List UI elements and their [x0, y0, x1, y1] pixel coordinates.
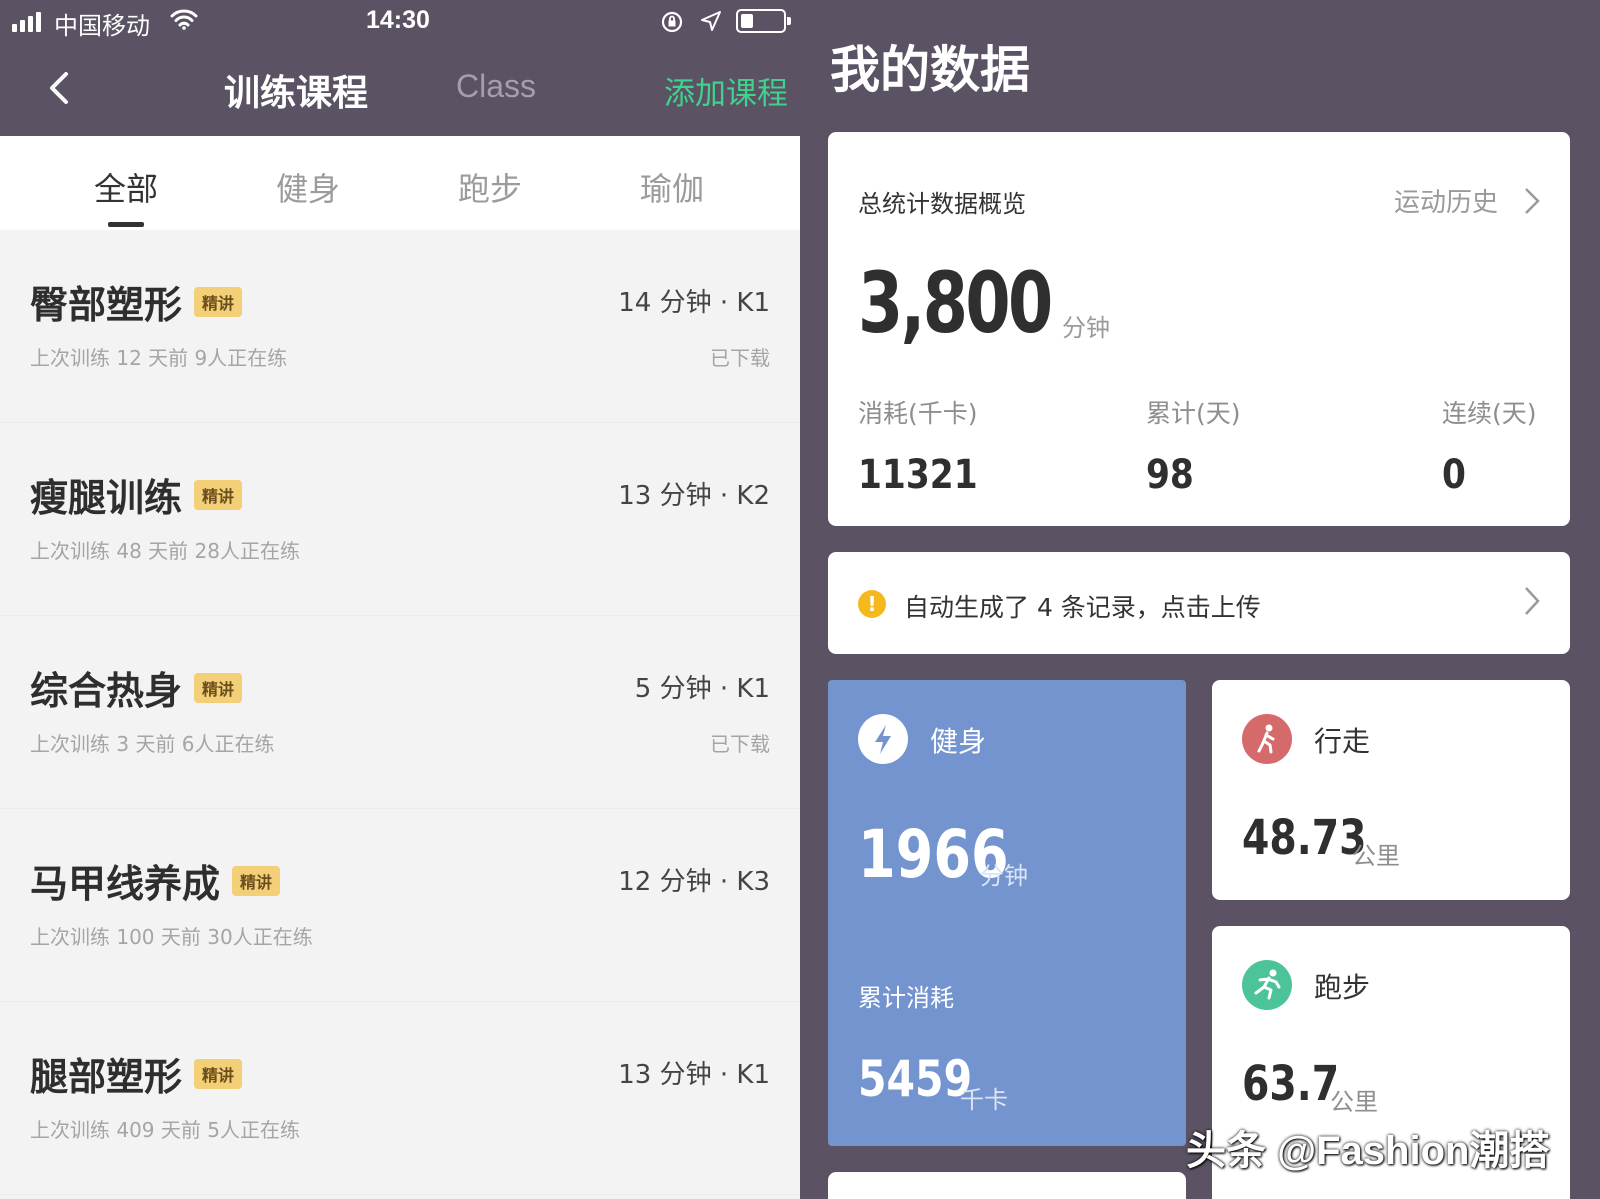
- course-item[interactable]: 臀部塑形 精讲 14 分钟 · K1 上次训练 12 天前 9人正在练 已下载: [0, 230, 800, 423]
- course-duration-level: 14 分钟 · K1: [618, 288, 770, 318]
- tab-running[interactable]: 跑步: [458, 164, 522, 210]
- course-last-trained: 上次训练 12 天前 9人正在练: [30, 346, 288, 370]
- course-title: 臀部塑形: [30, 283, 183, 327]
- featured-badge: 精讲: [194, 672, 243, 703]
- course-title-row: 腿部塑形 精讲: [30, 1046, 243, 1101]
- stat-label: 累计(天): [1146, 399, 1241, 428]
- walking-card[interactable]: 行走 48.73 公里: [1212, 680, 1570, 900]
- course-item[interactable]: 瘦腿训练 精讲 13 分钟 · K2 上次训练 48 天前 28人正在练: [0, 423, 800, 616]
- total-minutes: 3,800: [858, 254, 1053, 352]
- stat-label: 连续(天): [1442, 399, 1537, 428]
- overview-label: 总统计数据概览: [858, 190, 1026, 218]
- upload-records-banner[interactable]: ! 自动生成了 4 条记录，点击上传: [828, 552, 1570, 654]
- stat-value: 98: [1146, 452, 1194, 498]
- course-duration-level: 13 分钟 · K2: [618, 481, 770, 511]
- featured-badge: 精讲: [232, 865, 281, 896]
- carrier-label: 中国移动: [54, 12, 150, 40]
- add-course-button[interactable]: 添加课程: [664, 68, 788, 113]
- course-last-trained: 上次训练 409 天前 5人正在练: [30, 1118, 300, 1142]
- running-label: 跑步: [1314, 971, 1371, 1004]
- history-label: 运动历史: [1393, 188, 1498, 218]
- featured-badge: 精讲: [194, 1058, 243, 1089]
- course-list-screen: 中国移动 14:30 训练课程 Class 添加课程 全部 健身 跑步 瑜伽 臀…: [0, 0, 800, 1199]
- walking-icon: [1242, 714, 1292, 764]
- featured-badge: 精讲: [194, 479, 243, 510]
- course-duration-level: 12 分钟 · K3: [618, 867, 770, 897]
- running-unit: 公里: [1330, 1088, 1378, 1116]
- stat-total-days: 累计(天) 98: [1146, 394, 1241, 498]
- class-tab[interactable]: Class: [456, 68, 536, 105]
- active-tab-indicator: [108, 222, 144, 227]
- lightning-icon: [858, 714, 908, 764]
- location-icon: [701, 11, 721, 31]
- status-bar: 中国移动 14:30: [0, 0, 800, 44]
- course-list: 臀部塑形 精讲 14 分钟 · K1 上次训练 12 天前 9人正在练 已下载 …: [0, 230, 800, 1195]
- course-item[interactable]: 综合热身 精讲 5 分钟 · K1 上次训练 3 天前 6人正在练 已下载: [0, 616, 800, 809]
- category-tabs: 全部 健身 跑步 瑜伽: [0, 136, 800, 230]
- downloaded-label: 已下载: [710, 732, 770, 756]
- page-title: 训练课程: [224, 73, 369, 114]
- next-card[interactable]: [1212, 1172, 1570, 1199]
- course-title: 瘦腿训练: [30, 476, 183, 520]
- stat-streak-days: 连续(天) 0: [1442, 394, 1537, 498]
- featured-badge: 精讲: [194, 286, 243, 317]
- cumulative-kcal: 5459: [858, 1050, 973, 1108]
- stat-value: 0: [1442, 452, 1466, 498]
- cumulative-label: 累计消耗: [858, 984, 954, 1012]
- battery-icon: [736, 9, 791, 33]
- notice-text: 自动生成了 4 条记录，点击上传: [904, 593, 1261, 622]
- page-title: 我的数据: [830, 41, 1030, 99]
- course-item[interactable]: 马甲线养成 精讲 12 分钟 · K3 上次训练 100 天前 30人正在练: [0, 809, 800, 1002]
- overview-card: 总统计数据概览 运动历史 3,800 分钟 消耗(千卡) 11321 累计(天)…: [828, 132, 1570, 526]
- running-icon: [1242, 960, 1292, 1010]
- course-title: 马甲线养成: [30, 862, 221, 906]
- fitness-unit: 分钟: [980, 862, 1028, 890]
- chevron-right-icon: [1525, 187, 1540, 214]
- walking-distance: 48.73: [1242, 810, 1367, 866]
- course-duration-level: 5 分钟 · K1: [634, 674, 770, 704]
- total-unit: 分钟: [1062, 314, 1110, 342]
- walking-label: 行走: [1314, 725, 1371, 758]
- back-button[interactable]: [40, 66, 84, 110]
- running-distance: 63.7: [1242, 1056, 1340, 1112]
- tab-fitness[interactable]: 健身: [276, 164, 340, 210]
- watermark: 头条 @Fashion潮搭: [1186, 1129, 1550, 1173]
- kcal-unit: 千卡: [960, 1086, 1008, 1114]
- tab-yoga[interactable]: 瑜伽: [640, 164, 704, 210]
- course-title-row: 瘦腿训练 精讲: [30, 467, 243, 522]
- course-title: 综合热身: [30, 669, 183, 713]
- chevron-right-icon: [1525, 587, 1540, 615]
- fitness-label: 健身: [930, 725, 987, 758]
- stat-value: 11321: [858, 452, 978, 498]
- my-data-screen: 我的数据 总统计数据概览 运动历史 3,800 分钟 消耗(千卡) 11321 …: [800, 0, 1600, 1199]
- fitness-card[interactable]: 健身 1966 分钟 累计消耗 5459 千卡: [828, 680, 1186, 1146]
- course-item[interactable]: 腿部塑形 精讲 13 分钟 · K1 上次训练 409 天前 5人正在练: [0, 1002, 800, 1195]
- course-last-trained: 上次训练 3 天前 6人正在练: [30, 732, 275, 756]
- warning-icon: !: [858, 590, 886, 618]
- walking-unit: 公里: [1352, 842, 1400, 870]
- next-card[interactable]: [828, 1172, 1186, 1199]
- course-title-row: 臀部塑形 精讲: [30, 274, 243, 329]
- course-title-row: 马甲线养成 精讲: [30, 853, 281, 908]
- nav-header: 中国移动 14:30 训练课程 Class 添加课程: [0, 0, 800, 136]
- stat-calories: 消耗(千卡) 11321: [858, 394, 997, 498]
- stat-label: 消耗(千卡): [858, 399, 978, 428]
- signal-icon: [12, 12, 41, 32]
- clock: 14:30: [366, 6, 430, 34]
- course-duration-level: 13 分钟 · K1: [618, 1060, 770, 1090]
- tab-all[interactable]: 全部: [94, 164, 158, 210]
- course-title-row: 综合热身 精讲: [30, 660, 243, 715]
- course-last-trained: 上次训练 48 天前 28人正在练: [30, 539, 300, 563]
- wifi-icon: [170, 9, 198, 30]
- course-title: 腿部塑形: [30, 1055, 183, 1099]
- downloaded-label: 已下载: [710, 346, 770, 370]
- rotation-lock-icon: [661, 11, 683, 33]
- history-link[interactable]: 运动历史: [1394, 182, 1540, 219]
- course-last-trained: 上次训练 100 天前 30人正在练: [30, 925, 313, 949]
